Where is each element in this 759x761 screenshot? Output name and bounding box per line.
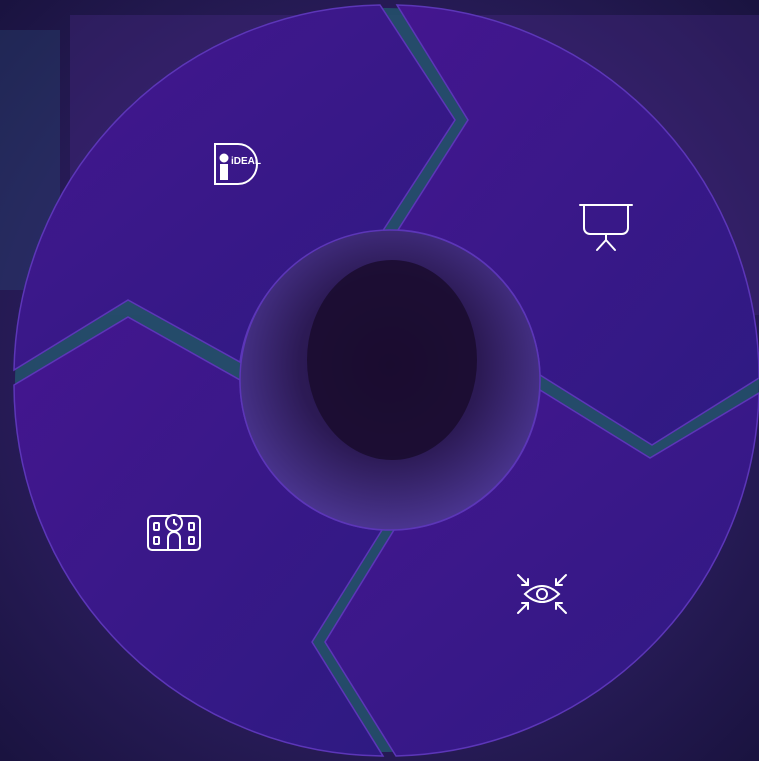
cycle-diagram: iDEAL bbox=[0, 0, 759, 761]
person-silhouette bbox=[307, 260, 477, 460]
ideal-logo-text: iDEAL bbox=[231, 156, 261, 167]
